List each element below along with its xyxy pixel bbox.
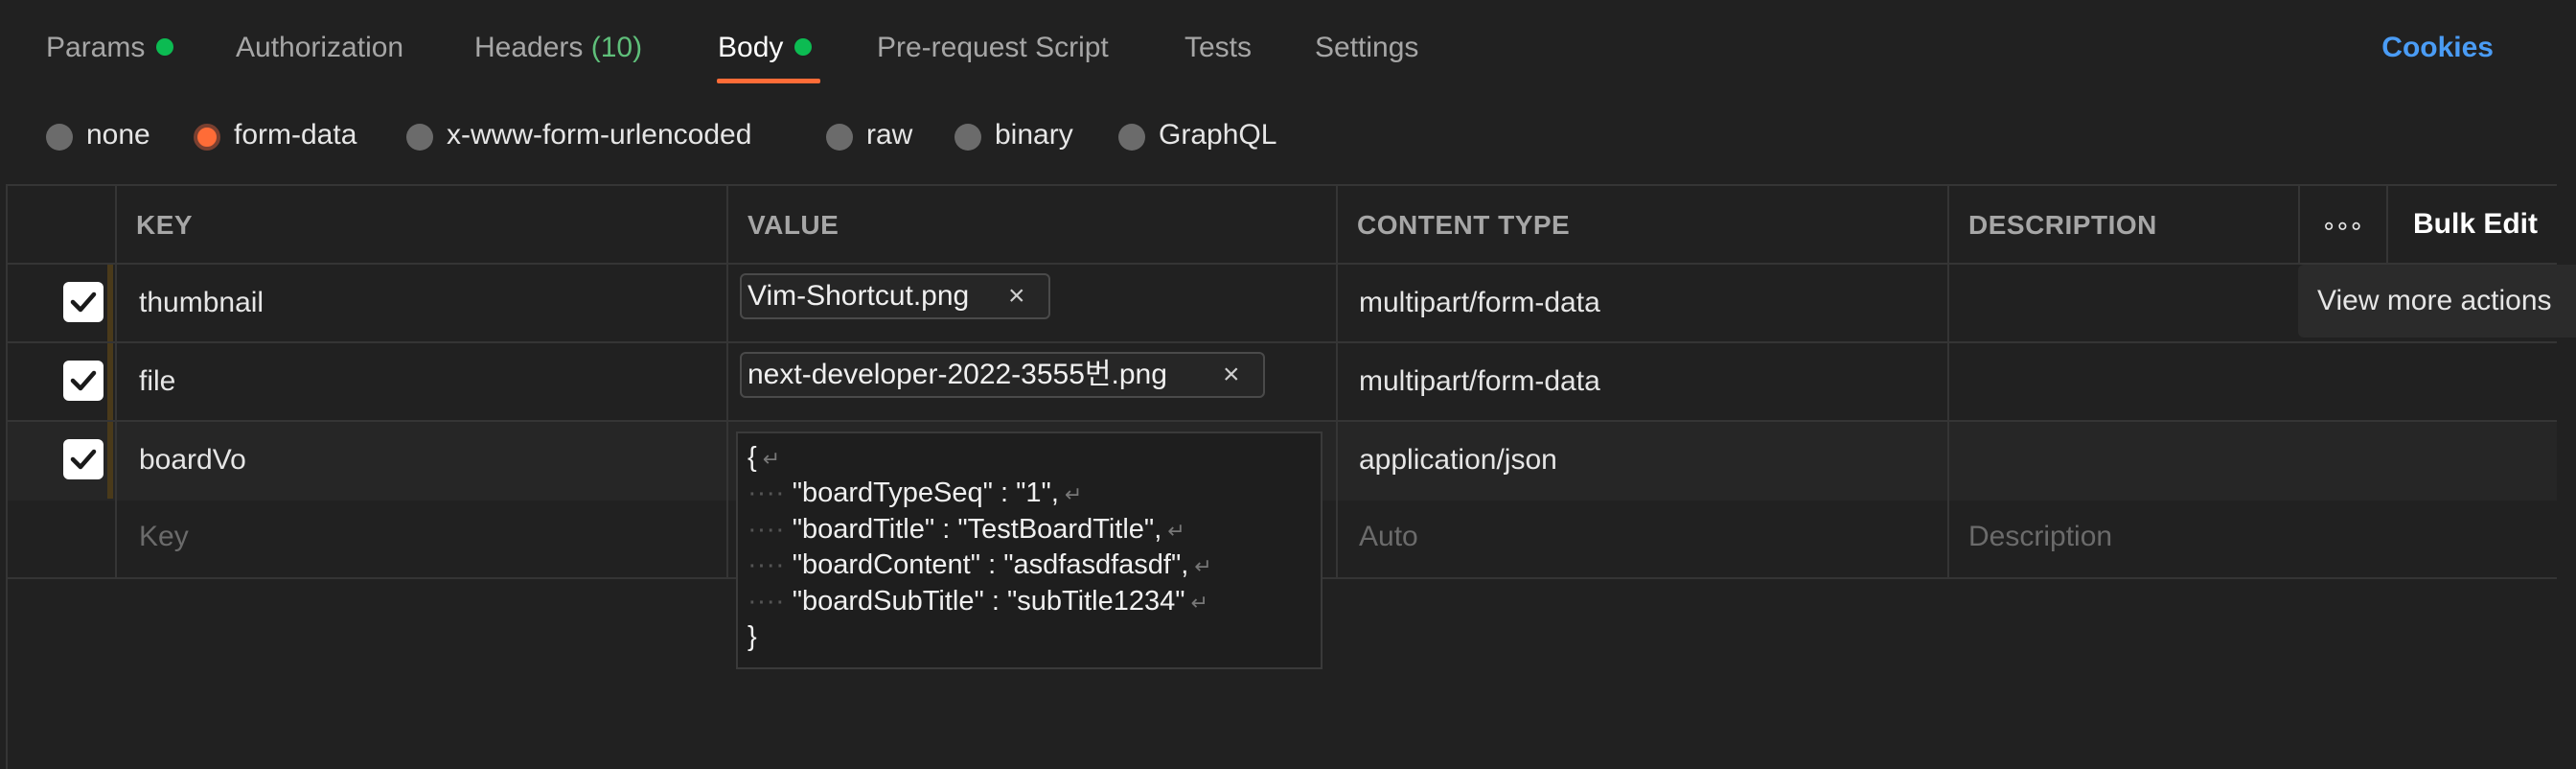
bulk-edit-button[interactable]: Bulk Edit <box>2413 207 2538 242</box>
row-content-type[interactable]: multipart/form-data <box>1359 364 1600 399</box>
json-line-text: "boardContent" : "asdfasdfasdf", <box>792 549 1189 580</box>
json-line-text: "boardTypeSeq" : "1", <box>792 478 1059 508</box>
column-divider <box>115 184 117 579</box>
more-actions-tooltip: View more actions <box>2298 265 2576 338</box>
column-header-description: DESCRIPTION <box>1968 210 2157 240</box>
tab-tests-label: Tests <box>1184 32 1253 63</box>
row-checkbox[interactable] <box>63 439 104 479</box>
json-line: {↵ <box>748 440 780 478</box>
json-line-text: "boardSubTitle" : "subTitle1234" <box>792 586 1185 617</box>
tab-body[interactable]: Body <box>718 29 813 67</box>
tab-tests[interactable]: Tests <box>1184 29 1252 67</box>
json-line-text: } <box>748 621 757 652</box>
tab-headers-label: Headers <box>474 32 584 63</box>
indent-marker: ···· <box>748 586 785 617</box>
indent-marker: ···· <box>748 549 785 580</box>
json-line: ···· "boardContent" : "asdfasdfasdf", ↵ <box>748 548 1212 585</box>
row-key[interactable]: thumbnail <box>139 286 264 320</box>
column-divider <box>726 184 728 579</box>
column-header-content-type: CONTENT TYPE <box>1357 210 1571 240</box>
remove-file-icon[interactable]: × <box>1008 275 1025 317</box>
request-tabs: Params Authorization Headers (10) Body P… <box>0 0 2576 92</box>
column-header-key: KEY <box>136 210 194 240</box>
newline-marker: ↵ <box>762 447 781 471</box>
tab-headers[interactable]: Headers (10) <box>474 29 642 67</box>
indent-marker: ···· <box>748 514 785 545</box>
radio-binary-circle <box>954 124 981 151</box>
tab-authorization-label: Authorization <box>236 32 404 63</box>
row-key[interactable]: file <box>139 364 175 399</box>
body-status-dot <box>794 38 813 57</box>
indent-marker: ···· <box>748 478 785 508</box>
row-content-type[interactable]: application/json <box>1359 443 1557 478</box>
json-value-editor[interactable]: {↵ ···· "boardTypeSeq" : "1", ↵ ···· "boa… <box>736 431 1322 669</box>
new-description-input[interactable]: Description <box>1968 520 2112 554</box>
radio-none-label: none <box>86 119 150 151</box>
file-chip-name: Vim-Shortcut.png <box>748 280 970 312</box>
radio-raw-label: raw <box>866 119 913 151</box>
json-line: ···· "boardTitle" : "TestBoardTitle", ↵ <box>748 512 1185 549</box>
column-divider <box>2386 184 2388 263</box>
table-border-top <box>8 184 2557 186</box>
checkmark-icon <box>70 449 97 470</box>
tab-params-label: Params <box>46 32 146 63</box>
row-key[interactable]: boardVo <box>139 443 246 478</box>
headers-count: (10) <box>590 32 643 63</box>
newline-marker: ↵ <box>1167 519 1185 543</box>
tab-pre-request-label: Pre-request Script <box>877 32 1109 63</box>
json-line: } <box>748 619 757 656</box>
radio-form-data-label: form-data <box>234 119 357 151</box>
radio-form-data-circle <box>194 124 220 151</box>
table-header-divider <box>8 263 2557 265</box>
json-line: ···· "boardSubTitle" : "subTitle1234" ↵ <box>748 584 1208 621</box>
tab-pre-request-script[interactable]: Pre-request Script <box>877 29 1109 67</box>
json-line-text: "boardTitle" : "TestBoardTitle", <box>792 514 1162 545</box>
row-divider <box>8 341 2557 343</box>
radio-graphql-circle <box>1118 124 1145 151</box>
new-key-input[interactable]: Key <box>139 520 189 554</box>
radio-raw-circle <box>826 124 853 151</box>
row-checkbox[interactable] <box>63 282 104 322</box>
radio-none-circle <box>46 124 73 151</box>
radio-binary-label: binary <box>995 119 1073 151</box>
newline-marker: ↵ <box>1064 482 1083 506</box>
json-line: ···· "boardTypeSeq" : "1", ↵ <box>748 476 1082 513</box>
tab-body-label: Body <box>718 32 784 63</box>
file-chip-name: next-developer-2022-3555번.png <box>748 359 1167 390</box>
params-status-dot <box>156 38 174 57</box>
more-actions-icon[interactable]: ∘∘∘ <box>2321 211 2364 241</box>
json-line-text: { <box>748 442 757 473</box>
tab-settings-label: Settings <box>1315 32 1419 63</box>
file-chip[interactable]: next-developer-2022-3555번.png × <box>740 352 1265 398</box>
newline-marker: ↵ <box>1190 591 1208 615</box>
new-content-type-input[interactable]: Auto <box>1359 520 1418 554</box>
column-divider <box>2298 184 2300 263</box>
tab-settings[interactable]: Settings <box>1315 29 1418 67</box>
row-drag-handle[interactable] <box>107 422 113 499</box>
column-divider <box>1947 184 1949 579</box>
checkmark-icon <box>70 291 97 313</box>
radio-urlencoded-circle <box>406 124 433 151</box>
checkmark-icon <box>70 370 97 391</box>
row-checkbox[interactable] <box>63 361 104 401</box>
file-chip[interactable]: Vim-Shortcut.png × <box>740 273 1050 319</box>
row-drag-handle[interactable] <box>107 265 113 341</box>
column-header-value: VALUE <box>748 210 840 240</box>
row-content-type[interactable]: multipart/form-data <box>1359 286 1600 320</box>
radio-urlencoded-label: x-www-form-urlencoded <box>447 119 752 151</box>
radio-graphql-label: GraphQL <box>1159 119 1277 151</box>
tab-authorization[interactable]: Authorization <box>236 29 403 67</box>
cookies-link[interactable]: Cookies <box>2381 29 2494 67</box>
tab-params[interactable]: Params <box>46 29 174 67</box>
remove-file-icon[interactable]: × <box>1223 354 1240 396</box>
active-tab-underline <box>717 79 820 83</box>
newline-marker: ↵ <box>1194 554 1212 578</box>
row-drag-handle[interactable] <box>107 343 113 420</box>
column-divider <box>1336 184 1338 579</box>
